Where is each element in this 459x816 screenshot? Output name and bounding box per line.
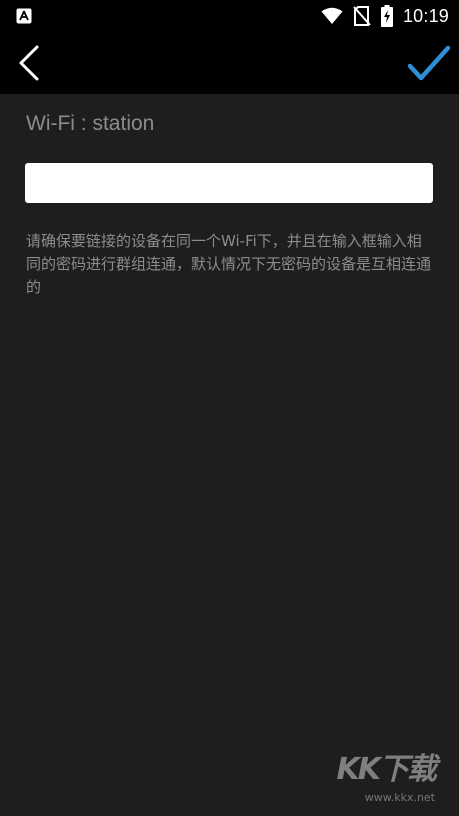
battery-charging-icon (380, 5, 393, 27)
watermark: KK下载 www.kkx.net (335, 744, 437, 804)
wifi-network-label: Wi-Fi : station (26, 112, 155, 135)
no-sim-icon (353, 6, 371, 26)
status-icons: 10:19 (321, 4, 449, 28)
watermark-url: www.kkx.net (364, 791, 435, 804)
app-notification-icon (16, 8, 32, 24)
confirm-button[interactable] (407, 44, 451, 84)
hint-text: 请确保要链接的设备在同一个Wi-Fi下，并且在输入框输入相同的密码进行群组连通，… (26, 232, 432, 296)
password-input[interactable] (25, 163, 433, 203)
watermark-logo: KK下载 (336, 752, 437, 787)
wifi-icon (321, 7, 343, 24)
back-button[interactable] (12, 44, 50, 82)
status-bar: 10:19 (0, 0, 459, 32)
chevron-left-icon (19, 45, 39, 81)
screen: 10:19 Wi-Fi : station 请确保要链接的设备在同一个Wi-Fi… (0, 0, 459, 816)
toolbar (0, 32, 459, 94)
content-area: Wi-Fi : station 请确保要链接的设备在同一个Wi-Fi下，并且在输… (0, 94, 459, 816)
checkmark-icon (407, 45, 451, 81)
status-time: 10:19 (402, 5, 449, 26)
